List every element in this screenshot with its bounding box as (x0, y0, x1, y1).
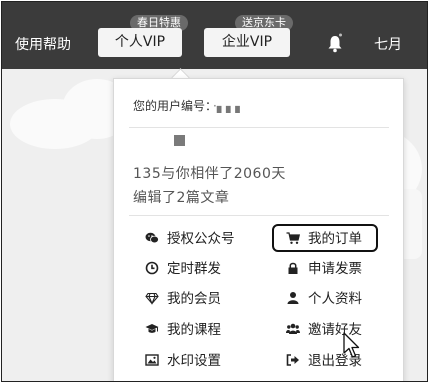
personal-vip-button[interactable]: 个人VIP (98, 28, 182, 57)
menu-item-label: 定时群发 (167, 261, 221, 277)
menu-item-label: 我的课程 (167, 322, 221, 338)
clock-icon (145, 261, 159, 275)
user-icon (287, 292, 299, 304)
companion-days-text: 135与你相伴了2060天 (133, 166, 286, 182)
user-id-value: ·▖▖▖ (213, 99, 245, 113)
menu-item-label: 我的订单 (308, 231, 362, 247)
cart-icon (286, 232, 300, 244)
divider (129, 215, 389, 216)
menu-item-label: 水印设置 (167, 353, 221, 369)
menu-item-authorize-account[interactable]: 授权公众号 (145, 227, 235, 251)
enterprise-vip-label: 企业VIP (221, 34, 273, 50)
users-icon (286, 323, 300, 334)
top-navigation-bar: 使用帮助 春日特惠 个人VIP 送京东卡 企业VIP 七月 (2, 2, 427, 69)
menu-item-profile[interactable]: 个人资料 (286, 287, 362, 311)
personal-vip-label: 个人VIP (114, 34, 166, 50)
wechat-icon (145, 232, 159, 244)
sign-out-icon (286, 354, 299, 366)
username-menu[interactable]: 七月 (374, 34, 402, 54)
menu-item-label: 授权公众号 (167, 231, 235, 247)
enterprise-vip-button[interactable]: 企业VIP (204, 28, 290, 57)
menu-item-request-invoice[interactable]: 申请发票 (286, 257, 362, 281)
diamond-icon (145, 292, 159, 305)
user-dropdown-menu: 您的用户编号： ·▖▖▖ 135与你相伴了2060天 编辑了2篇文章 授权公众号 … (113, 78, 404, 381)
menu-item-watermark-settings[interactable]: 水印设置 (145, 349, 221, 373)
bell-icon[interactable] (324, 32, 346, 54)
menu-item-label: 申请发票 (308, 261, 362, 277)
menu-item-my-courses[interactable]: 我的课程 (145, 318, 221, 342)
help-link[interactable]: 使用帮助 (15, 34, 71, 54)
graduation-cap-icon (145, 324, 159, 333)
menu-item-my-orders[interactable]: 我的订单 (286, 227, 362, 251)
menu-item-scheduled-broadcast[interactable]: 定时群发 (145, 257, 221, 281)
avatar (174, 135, 185, 146)
divider (129, 127, 389, 128)
lock-icon (288, 262, 298, 274)
user-id-label: 您的用户编号： (133, 99, 212, 113)
menu-item-label: 我的会员 (167, 291, 221, 307)
image-icon (145, 354, 159, 366)
user-id-row: 您的用户编号： ·▖▖▖ (133, 97, 245, 114)
menu-item-label: 个人资料 (308, 291, 362, 307)
articles-count-text: 编辑了2篇文章 (133, 190, 230, 206)
mouse-pointer-icon (343, 332, 360, 358)
menu-item-my-membership[interactable]: 我的会员 (145, 287, 221, 311)
app-frame: 使用帮助 春日特惠 个人VIP 送京东卡 企业VIP 七月 您的用户编号： ·▖▖… (1, 1, 428, 382)
